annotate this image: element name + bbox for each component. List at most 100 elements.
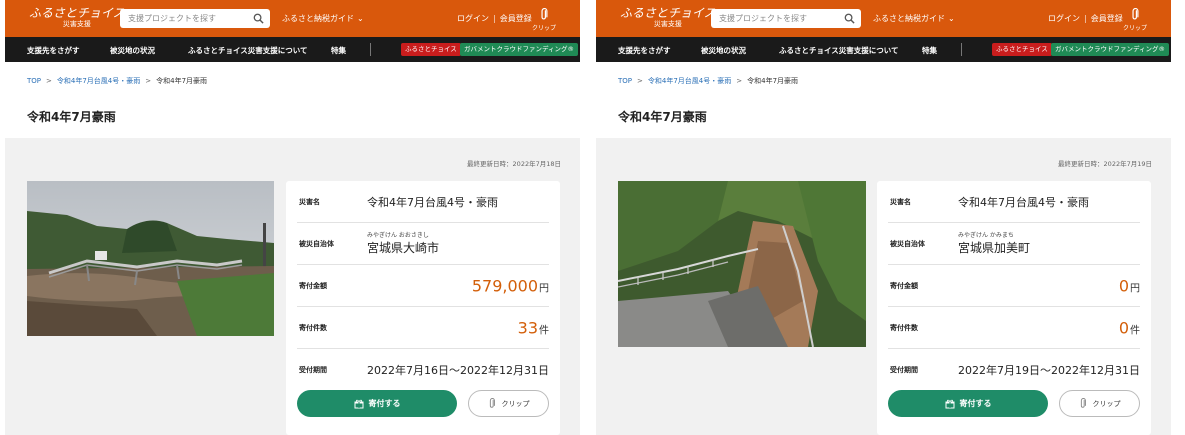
- furusato-choice-link[interactable]: ふるさとチョイス: [401, 43, 461, 56]
- breadcrumb-current: 令和4年7月豪雨: [156, 77, 208, 85]
- government-crowdfunding-link[interactable]: ガバメントクラウドファンディング®: [460, 43, 579, 56]
- donate-button[interactable]: 寄付する: [888, 390, 1048, 417]
- breadcrumb-separator: >: [145, 77, 152, 85]
- project-info-card: 災害名 令和4年7月台風4号・豪雨 被災自治体 みやぎけん かみまち 宮城県加美…: [877, 181, 1151, 435]
- collapsed-bridge-photo: [27, 181, 274, 336]
- gift-icon: [354, 399, 363, 408]
- nav-item-about[interactable]: ふるさとチョイス災害支援について: [779, 45, 899, 56]
- period-label: 受付期間: [890, 366, 918, 374]
- logo-text: ふるさとチョイス: [620, 6, 716, 20]
- count-unit: 件: [1130, 325, 1140, 336]
- breadcrumb-parent[interactable]: 令和4年7月台風4号・豪雨: [648, 77, 731, 85]
- donation-amount-label: 寄付金額: [890, 281, 918, 290]
- breadcrumb: TOP > 令和4年7月台風4号・豪雨 > 令和4年7月豪雨: [618, 76, 798, 86]
- landslide-photo: [618, 181, 866, 347]
- period-value: 2022年7月19日〜2022年12月31日: [958, 364, 1140, 377]
- disaster-name-value: 令和4年7月台風4号・豪雨: [367, 195, 498, 209]
- nav-item-search-support[interactable]: 支援先をさがす: [618, 45, 671, 56]
- register-link[interactable]: 会員登録: [500, 14, 532, 23]
- row-municipality: 被災自治体 みやぎけん かみまち 宮城県加美町: [888, 223, 1140, 265]
- nav-item-features[interactable]: 特集: [331, 45, 346, 56]
- yen-unit: 円: [539, 283, 549, 294]
- nav-item-features[interactable]: 特集: [922, 45, 937, 56]
- login-link[interactable]: ログイン: [1048, 14, 1080, 23]
- paperclip-icon: [489, 398, 495, 408]
- furusato-choice-link[interactable]: ふるさとチョイス: [992, 43, 1052, 56]
- municipality-ruby: みやぎけん かみまち: [958, 232, 1014, 239]
- row-disaster-name: 災害名 令和4年7月台風4号・豪雨: [888, 181, 1140, 223]
- auth-links: ログイン | 会員登録: [1048, 13, 1123, 24]
- login-link[interactable]: ログイン: [457, 14, 489, 23]
- logo-text: ふるさとチョイス: [29, 6, 125, 20]
- furusato-guide-menu[interactable]: ふるさと納税ガイド ⌄: [282, 13, 364, 24]
- top-header: ふるさとチョイス 災害支援 ふるさと納税ガイド⌄ ログイン | 会員登録 クリップ: [596, 0, 1171, 37]
- chevron-down-icon: ⌄: [357, 14, 364, 23]
- site-logo[interactable]: ふるさとチョイス 災害支援: [620, 6, 716, 28]
- auth-links: ログイン | 会員登録: [457, 13, 532, 24]
- breadcrumb-top[interactable]: TOP: [618, 77, 632, 85]
- row-disaster-name: 災害名 令和4年7月台風4号・豪雨: [297, 181, 549, 223]
- breadcrumb-top[interactable]: TOP: [27, 77, 41, 85]
- search-icon[interactable]: [844, 13, 855, 24]
- donation-count-label: 寄付件数: [299, 323, 327, 332]
- paperclip-icon: [1080, 398, 1086, 408]
- donate-button[interactable]: 寄付する: [297, 390, 457, 417]
- row-period: 受付期間 2022年7月16日〜2022年12月31日: [297, 349, 549, 391]
- yen-unit: 円: [1130, 283, 1140, 294]
- row-donation-amount: 寄付金額 579,000円: [297, 265, 549, 307]
- project-info-card: 災害名 令和4年7月台風4号・豪雨 被災自治体 みやぎけん おおさきし 宮城県大…: [286, 181, 560, 435]
- government-crowdfunding-link[interactable]: ガバメントクラウドファンディング®: [1051, 43, 1170, 56]
- search-input[interactable]: [128, 14, 248, 23]
- nav-item-search-support[interactable]: 支援先をさがす: [27, 45, 80, 56]
- nav-item-about[interactable]: ふるさとチョイス災害支援について: [188, 45, 308, 56]
- guide-label: ふるさと納税ガイド: [873, 14, 945, 23]
- paperclip-icon: [1132, 7, 1139, 20]
- donation-count: 33件: [518, 318, 549, 337]
- breadcrumb-parent[interactable]: 令和4年7月台風4号・豪雨: [57, 77, 140, 85]
- clip-header-label: クリップ: [532, 25, 557, 32]
- register-link[interactable]: 会員登録: [1091, 14, 1123, 23]
- last-updated: 最終更新日時：2022年7月18日: [467, 160, 561, 168]
- search-input[interactable]: [719, 14, 839, 23]
- project-section: 最終更新日時：2022年7月19日 災害名 令和4年7月台風4号・豪雨 被災自治…: [596, 138, 1171, 435]
- donation-amount: 579,000円: [472, 276, 549, 295]
- nav-item-disaster-status[interactable]: 被災地の状況: [110, 45, 155, 56]
- page-title: 令和4年7月豪雨: [618, 110, 707, 124]
- donation-count-value: 0: [1118, 318, 1129, 337]
- municipality-value[interactable]: 宮城県加美町: [958, 239, 1030, 256]
- row-donation-count: 寄付件数 0件: [888, 307, 1140, 349]
- nav-item-disaster-status[interactable]: 被災地の状況: [701, 45, 746, 56]
- municipality-value[interactable]: 宮城県大崎市: [367, 239, 439, 256]
- period-value: 2022年7月16日〜2022年12月31日: [367, 364, 549, 377]
- donate-label: 寄付する: [959, 399, 992, 408]
- site-logo[interactable]: ふるさとチョイス 災害支援: [29, 6, 125, 28]
- disaster-name-label: 災害名: [890, 197, 911, 206]
- clip-label: クリップ: [1092, 399, 1121, 408]
- gift-icon: [945, 399, 954, 408]
- disaster-photo: [27, 181, 274, 336]
- clip-button[interactable]: クリップ: [1059, 390, 1140, 417]
- search-box: [711, 9, 861, 28]
- donation-amount-label: 寄付金額: [299, 281, 327, 290]
- donation-count: 0件: [1119, 318, 1140, 337]
- donation-amount-value: 579,000: [471, 276, 538, 295]
- search-box: [120, 9, 270, 28]
- donation-amount-value: 0: [1118, 276, 1129, 295]
- nav-divider: [370, 43, 371, 56]
- donate-label: 寄付する: [368, 399, 401, 408]
- municipality-label: 被災自治体: [299, 239, 334, 248]
- logo-subtitle: 災害支援: [653, 20, 682, 28]
- top-header: ふるさとチョイス 災害支援 ふるさと納税ガイド⌄ ログイン | 会員登録 クリップ: [5, 0, 580, 37]
- clip-header-button[interactable]: クリップ: [1123, 6, 1147, 32]
- count-unit: 件: [539, 325, 549, 336]
- search-icon[interactable]: [253, 13, 264, 24]
- page-title: 令和4年7月豪雨: [27, 110, 116, 124]
- municipality-label: 被災自治体: [890, 239, 925, 248]
- paperclip-icon: [541, 7, 548, 20]
- clip-header-label: クリップ: [1123, 25, 1148, 32]
- clip-button[interactable]: クリップ: [468, 390, 549, 417]
- last-updated: 最終更新日時：2022年7月19日: [1058, 160, 1152, 168]
- clip-header-button[interactable]: クリップ: [532, 6, 556, 32]
- clip-label: クリップ: [501, 399, 530, 408]
- furusato-guide-menu[interactable]: ふるさと納税ガイド ⌄: [873, 13, 955, 24]
